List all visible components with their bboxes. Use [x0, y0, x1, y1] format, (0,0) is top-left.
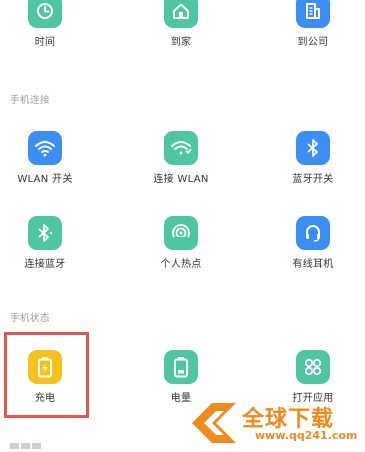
trigger-label: 连接 WLAN	[153, 174, 209, 185]
bluetooth-connect-icon	[28, 216, 62, 250]
wifi-icon	[28, 131, 62, 165]
watermark-logo-icon	[192, 403, 236, 443]
battery-level-icon	[164, 350, 198, 384]
section-title-phone-connection: 手机连接	[10, 95, 51, 106]
trigger-label: 个人热点	[160, 259, 202, 270]
trigger-battery-level[interactable]: 电量	[141, 350, 221, 405]
trigger-personal-hotspot[interactable]: 个人热点	[141, 216, 221, 271]
headset-icon	[296, 216, 330, 250]
trigger-label: 有线耳机	[292, 259, 334, 270]
watermark-url: www.qq241.com	[255, 429, 358, 442]
trigger-arrive-office[interactable]: 到公司	[273, 0, 353, 49]
trigger-arrive-home[interactable]: 到家	[141, 0, 221, 49]
trigger-label: 蓝牙开关	[292, 174, 334, 185]
trigger-wlan-connect[interactable]: 连接 WLAN	[141, 131, 221, 186]
apps-grid-icon	[296, 350, 330, 384]
trigger-label: 连接蓝牙	[24, 259, 66, 270]
trigger-bluetooth-switch[interactable]: 蓝牙开关	[273, 131, 353, 186]
bluetooth-icon	[296, 131, 330, 165]
hotspot-icon	[164, 216, 198, 250]
clock-icon	[28, 0, 62, 28]
wifi-connect-icon	[164, 131, 198, 165]
trigger-label: 到公司	[297, 37, 329, 48]
office-building-icon	[296, 0, 330, 28]
trigger-bluetooth-connect[interactable]: 连接蓝牙	[5, 216, 85, 271]
section-title-phone-status: 手机状态	[10, 313, 51, 324]
trigger-wlan-switch[interactable]: WLAN 开关	[5, 131, 85, 186]
home-icon	[164, 0, 198, 28]
trigger-wired-headset[interactable]: 有线耳机	[273, 216, 353, 271]
trigger-open-app[interactable]: 打开应用	[273, 350, 353, 405]
trigger-label: 时间	[34, 37, 56, 48]
highlight-frame	[4, 332, 89, 418]
watermark: 全球下载 www.qq241.com	[188, 399, 365, 447]
trigger-time[interactable]: 时间	[5, 0, 85, 49]
trigger-label: 到家	[170, 37, 192, 48]
trigger-label: WLAN 开关	[17, 174, 73, 185]
